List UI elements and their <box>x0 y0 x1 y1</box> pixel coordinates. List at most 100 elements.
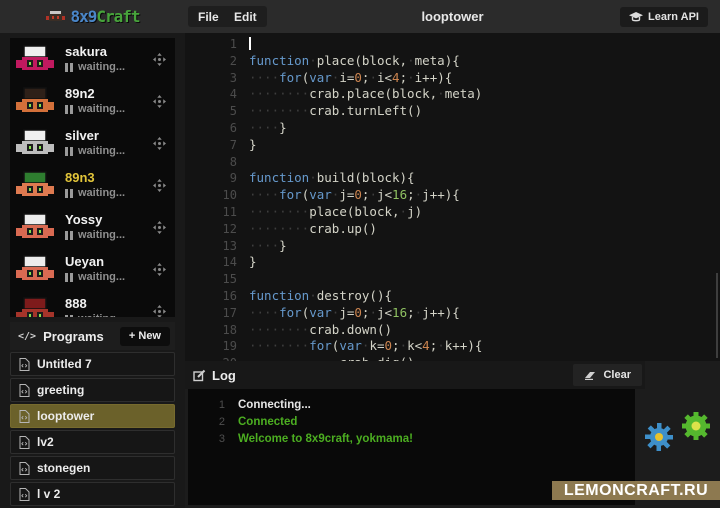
code-line[interactable]: 4········crab.place(block,·meta) <box>185 86 720 103</box>
robot-icon <box>16 45 54 73</box>
robot-icon <box>16 171 54 199</box>
code-token: ·destroy(){ <box>309 288 392 303</box>
code-text <box>249 36 251 53</box>
player-info: silverwaiting... <box>65 129 153 157</box>
code-line[interactable]: 7} <box>185 137 720 154</box>
move-icon[interactable] <box>153 179 167 192</box>
player-status-label: waiting... <box>78 145 125 157</box>
code-text: ········crab.place(block,·meta) <box>249 86 482 103</box>
code-line[interactable]: 9function·build(block){ <box>185 170 720 187</box>
new-program-button[interactable]: + New <box>120 327 170 346</box>
code-token: ········crab.turnLeft() <box>249 103 422 118</box>
line-number: 12 <box>185 221 237 238</box>
code-text: } <box>249 137 257 154</box>
player-status-label: waiting... <box>78 103 125 115</box>
program-item[interactable]: Untitled 7 <box>10 352 175 376</box>
code-file-icon <box>19 358 30 371</box>
move-icon[interactable] <box>153 95 167 108</box>
learn-api-button[interactable]: Learn API <box>620 7 708 27</box>
move-icon[interactable] <box>153 305 167 318</box>
code-token: 0 <box>354 305 362 320</box>
program-item[interactable]: looptower <box>10 404 175 428</box>
code-text: ····for(var·j=0;·j<16;·j++){ <box>249 305 460 322</box>
code-line[interactable]: 15 <box>185 271 720 288</box>
eraser-icon <box>584 370 597 380</box>
code-text: ········crab.down() <box>249 322 392 339</box>
text-cursor <box>249 37 251 50</box>
clear-log-label: Clear <box>603 369 631 381</box>
program-item[interactable]: stonegen <box>10 456 175 480</box>
player-row[interactable]: 89n2 waiting... <box>10 80 175 122</box>
pause-icon <box>65 105 73 114</box>
line-number: 2 <box>185 53 237 70</box>
pause-icon <box>65 189 73 198</box>
line-number: 3 <box>185 70 237 87</box>
log-entry: 1Connecting... <box>188 396 635 413</box>
editor-scrollbar[interactable] <box>716 273 718 358</box>
code-line[interactable]: 16function·destroy(){ <box>185 288 720 305</box>
code-token: for <box>279 187 302 202</box>
code-line[interactable]: 8 <box>185 154 720 171</box>
program-item[interactable]: lv2 <box>10 430 175 454</box>
player-row[interactable]: Ueyanwaiting... <box>10 248 175 290</box>
code-line[interactable]: 11········place(block,·j) <box>185 204 720 221</box>
code-line[interactable]: 14} <box>185 254 720 271</box>
code-token: } <box>249 254 257 269</box>
code-token: ···· <box>249 187 279 202</box>
crab-logo-icon <box>45 10 66 23</box>
line-number: 15 <box>185 271 237 288</box>
player-status: waiting... <box>65 271 153 283</box>
move-icon[interactable] <box>153 221 167 234</box>
code-line[interactable]: 12 ········crab.up() <box>185 221 720 238</box>
code-line[interactable]: 5········crab.turnLeft() <box>185 103 720 120</box>
player-list: sakurawaiting...89n2waiting...silverwait… <box>10 38 175 317</box>
code-text: ········crab.up() <box>249 221 377 238</box>
move-icon[interactable] <box>153 263 167 276</box>
program-item[interactable]: greeting <box>10 378 175 402</box>
code-token: ···· <box>249 305 279 320</box>
code-token: ;·i< <box>362 70 392 85</box>
program-item[interactable]: l v 2 <box>10 482 175 506</box>
code-line[interactable]: 1 <box>185 36 720 53</box>
watermark-banner: LEMONCRAFT.RU <box>552 481 720 500</box>
player-info: 89n3waiting... <box>65 171 153 199</box>
clear-log-button[interactable]: Clear <box>573 364 642 386</box>
code-line[interactable]: 3····for(var·i=0;·i<4;·i++){ <box>185 70 720 87</box>
player-name: 89n2 <box>65 87 153 101</box>
code-line[interactable]: 2function·place(block,·meta){ <box>185 53 720 70</box>
code-token: 0 <box>354 70 362 85</box>
top-bar: 8x9Craft File Edit looptower Learn API <box>0 0 720 33</box>
player-row[interactable]: Yossywaiting... <box>10 206 175 248</box>
code-editor[interactable]: 12function·place(block,·meta){3····for(v… <box>185 33 720 361</box>
code-line[interactable]: 10····for(var·j=0;·j<16;·j++){ <box>185 187 720 204</box>
graduation-cap-icon <box>629 12 643 22</box>
pause-icon <box>65 63 73 72</box>
move-icon[interactable] <box>153 53 167 66</box>
code-token: ········crab.place(block,·meta) <box>249 86 482 101</box>
code-token: function <box>249 53 309 68</box>
code-line[interactable]: 19········for(var·k=0;·k<4;·k++){ <box>185 338 720 355</box>
app-window: 8x9Craft File Edit looptower Learn API s… <box>0 0 720 508</box>
robot-icon <box>16 87 54 115</box>
log-message: Connected <box>238 416 297 428</box>
code-line[interactable]: 6····} <box>185 120 720 137</box>
code-brackets-icon: </> <box>18 331 36 342</box>
code-token: ·k= <box>362 338 385 353</box>
code-line[interactable]: 18········crab.down() <box>185 322 720 339</box>
code-line[interactable]: 13····} <box>185 238 720 255</box>
move-icon[interactable] <box>153 137 167 150</box>
code-line[interactable]: 17····for(var·j=0;·j<16;·j++){ <box>185 305 720 322</box>
code-token: ····} <box>249 120 287 135</box>
code-file-icon <box>19 488 30 501</box>
player-row[interactable]: sakurawaiting... <box>10 38 175 80</box>
code-token: ·build(block){ <box>309 170 414 185</box>
code-file-icon <box>19 436 30 449</box>
player-row[interactable]: silverwaiting... <box>10 122 175 164</box>
code-token: 4 <box>422 338 430 353</box>
player-name: 89n3 <box>65 171 153 185</box>
log-header: Log Clear <box>185 361 645 389</box>
player-row[interactable]: 89n3waiting... <box>10 164 175 206</box>
player-row[interactable]: 888waiting... <box>10 290 175 317</box>
code-token: ········crab.down() <box>249 322 392 337</box>
code-token: var <box>339 338 362 353</box>
